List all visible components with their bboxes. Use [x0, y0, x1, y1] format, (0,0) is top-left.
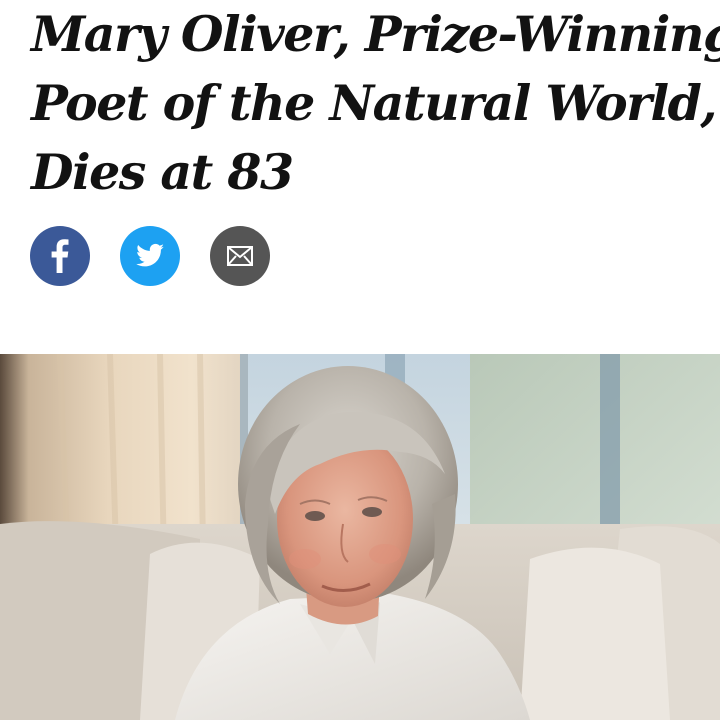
- email-icon: [210, 226, 270, 286]
- headline-line-1: Mary Oliver, Prize-Winning: [31, 5, 720, 63]
- facebook-icon: [30, 226, 90, 286]
- share-facebook-button[interactable]: [30, 226, 90, 286]
- headline-line-3: Dies at 83: [31, 143, 294, 201]
- portrait-photo-image: [0, 354, 720, 720]
- share-toolbar: [30, 226, 300, 286]
- twitter-icon: [120, 226, 180, 286]
- article-headline: Mary Oliver, Prize-Winning Poet of the N…: [31, 0, 720, 207]
- headline-line-2: Poet of the Natural World,: [31, 74, 717, 132]
- article-photo: [0, 354, 720, 720]
- share-twitter-button[interactable]: [120, 226, 180, 286]
- article-page: Mary Oliver, Prize-Winning Poet of the N…: [0, 0, 720, 720]
- share-email-button[interactable]: [210, 226, 270, 286]
